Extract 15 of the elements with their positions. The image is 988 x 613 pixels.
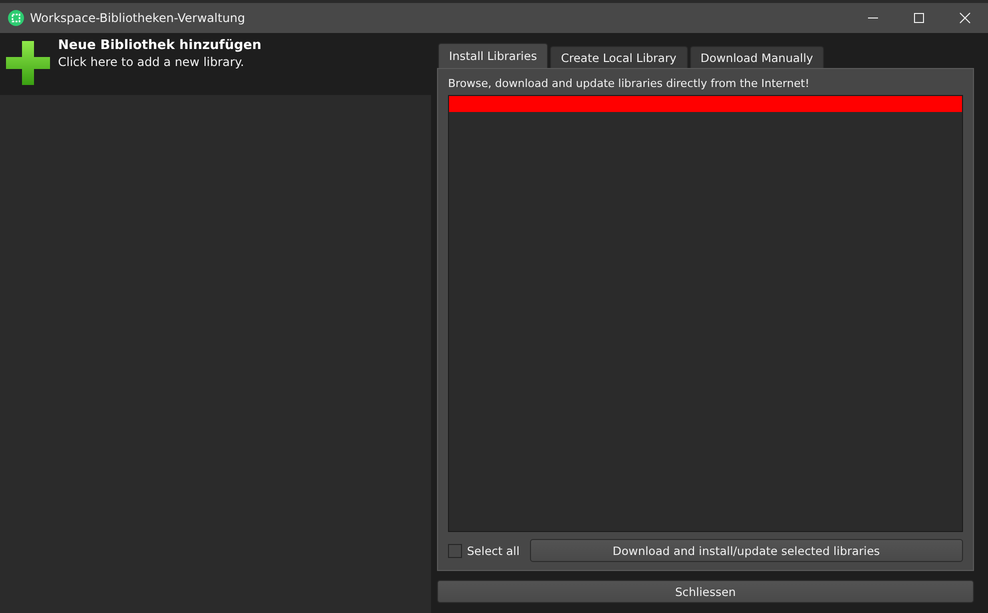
install-button[interactable]: Download and install/update selected libraries bbox=[530, 539, 963, 562]
close-dialog-button[interactable]: Schliessen bbox=[437, 580, 974, 603]
description-text: Browse, download and update libraries directly from the Internet! bbox=[448, 77, 810, 90]
tab[interactable]: Download Manually bbox=[690, 46, 824, 68]
checkbox-square[interactable] bbox=[448, 544, 462, 558]
add-library-subtitle: Click here to add a new library. bbox=[58, 55, 246, 69]
tab[interactable]: Create Local Library bbox=[550, 46, 688, 68]
close-icon bbox=[959, 12, 971, 24]
window-title: Workspace-Bibliotheken-Verwaltung bbox=[30, 11, 246, 25]
select-all-checkbox[interactable]: Select all bbox=[448, 544, 520, 558]
tab[interactable]: Install Libraries bbox=[438, 43, 548, 68]
add-library-title: Neue Bibliothek hinzufügen bbox=[58, 38, 262, 53]
maximize-icon bbox=[913, 12, 925, 24]
plus-icon bbox=[6, 41, 50, 85]
app-icon bbox=[8, 10, 24, 26]
